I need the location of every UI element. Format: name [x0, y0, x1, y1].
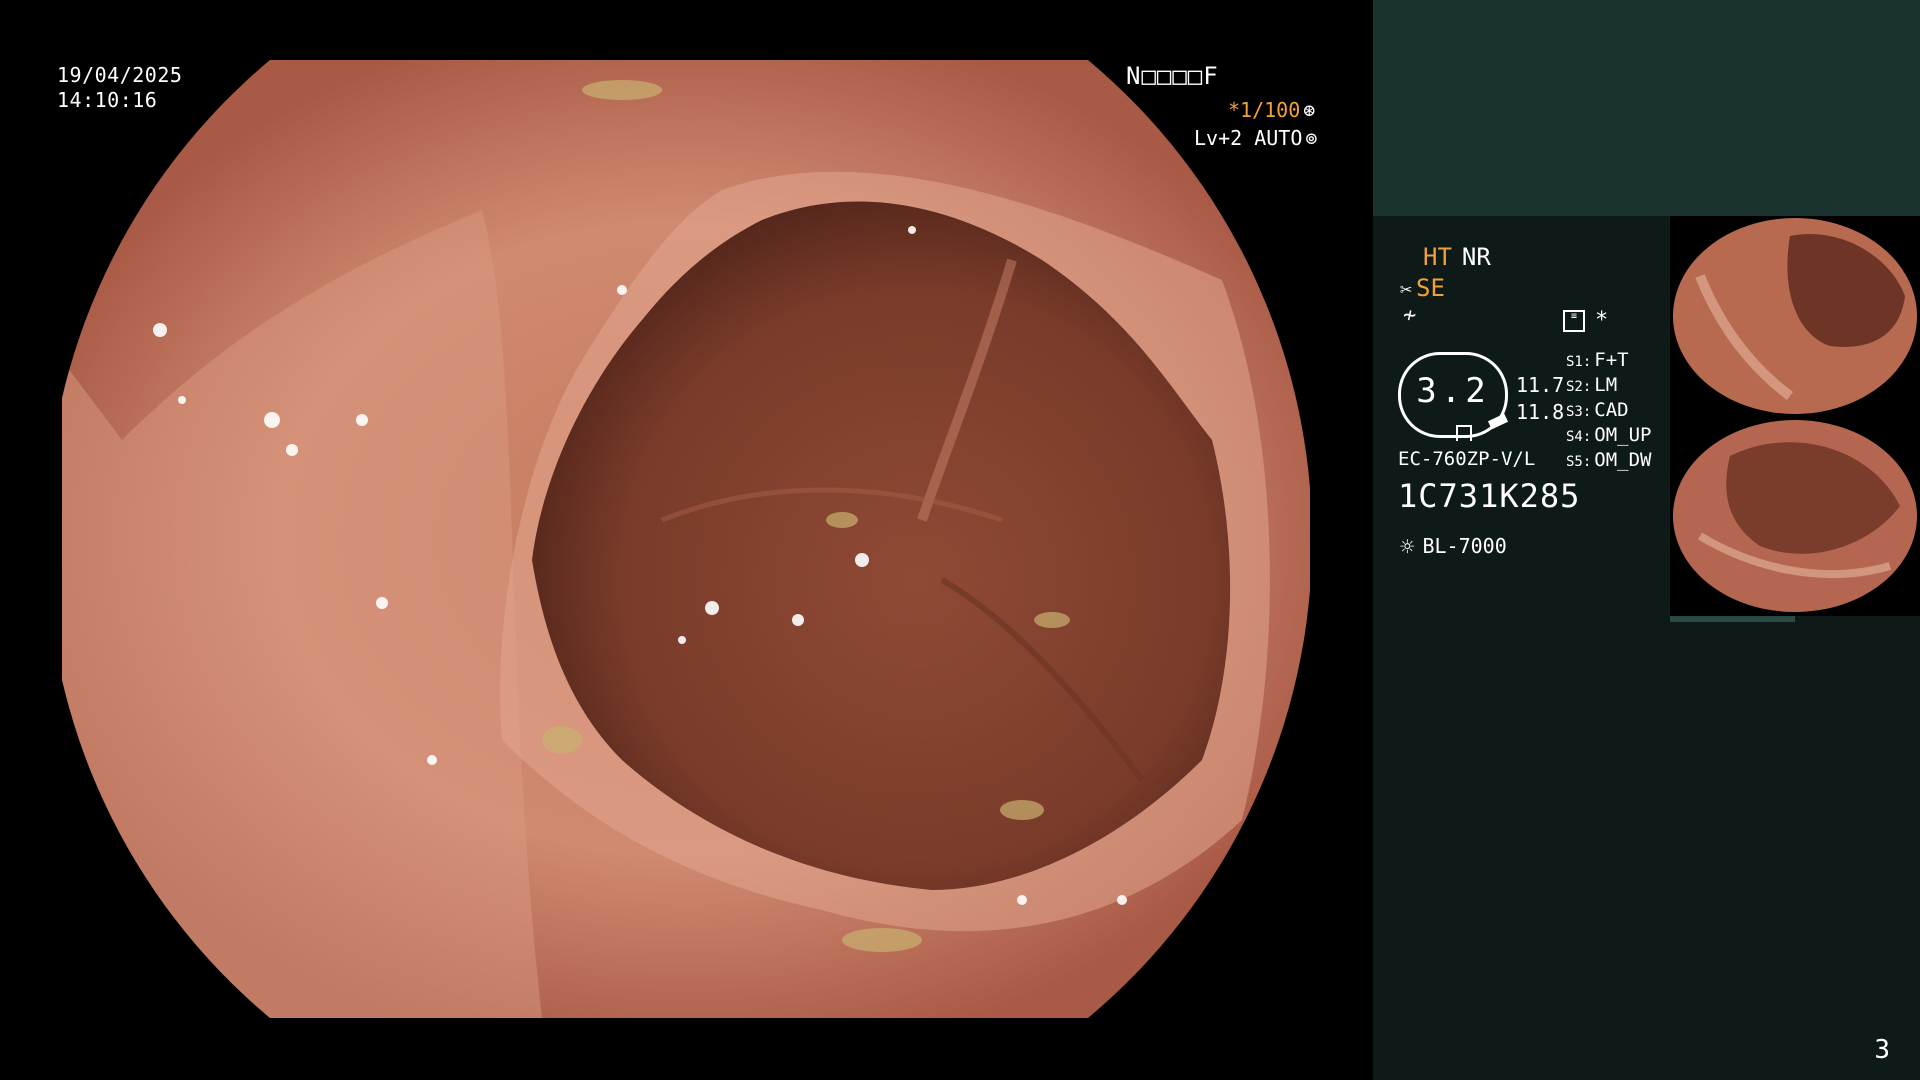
value-1: 11.7 — [1516, 373, 1565, 397]
capture-thumbnails — [1670, 216, 1920, 622]
memo-mark: * — [1595, 308, 1609, 333]
date-display: 19/04/2025 — [57, 63, 183, 87]
thumbnail-1-image — [1670, 216, 1920, 416]
light-source: ☼ BL-7000 — [1400, 533, 1507, 561]
shutter-icon: ⊛ — [1303, 98, 1316, 122]
ht-label: HT — [1423, 243, 1452, 271]
ht-indicator: HT NR — [1423, 243, 1491, 271]
slot-s4: S4: OM_UP — [1566, 424, 1652, 446]
time-display: 14:10:16 — [57, 88, 158, 112]
memo-indicator: ≡ * — [1563, 308, 1608, 333]
slot-s2: S2: LM — [1566, 374, 1618, 396]
se-label: SE — [1416, 274, 1445, 302]
patient-id: N□□□□F — [1126, 62, 1219, 90]
page-number: 3 — [1874, 1035, 1890, 1065]
zigzag-icon: ≁ — [1403, 303, 1417, 328]
light-source-label: BL-7000 — [1422, 534, 1507, 558]
thumbnail-2-image — [1670, 416, 1920, 616]
thumbnail-2-bar — [1670, 616, 1795, 622]
scope-serial: 1C731K285 — [1398, 477, 1581, 515]
nr-label: NR — [1461, 243, 1491, 271]
memo-icon: ≡ — [1563, 310, 1585, 332]
thumbnail-2[interactable] — [1670, 416, 1920, 622]
slot-s5: S5: OM_DW — [1566, 449, 1652, 471]
light-source-icon: ☼ — [1400, 533, 1415, 561]
level-value: Lv+2 AUTO — [1194, 126, 1303, 150]
scope-square-mark — [1456, 425, 1472, 441]
scope-notch-mark — [1487, 413, 1509, 430]
slot-s3: S3: CAD — [1566, 399, 1629, 421]
shutter-speed: *1/100 ⊛ — [1228, 98, 1348, 122]
info-panel: HT NR ✂ SE ≁ ≡ * 3.2 11.7 11.8 S1: F+T S2: LM… — [1373, 0, 1920, 1080]
value-2: 11.8 — [1516, 400, 1565, 424]
se-indicator: ✂ SE — [1400, 274, 1445, 302]
scope-badge: 3.2 — [1398, 352, 1509, 441]
slot-s1: S1: F+T — [1566, 349, 1629, 371]
endoscope-view: 19/04/2025 14:10:16 N□□□□F *1/100 ⊛ Lv+2 … — [0, 0, 1373, 1080]
switch-slots: S1: F+T S2: LM S3: CAD S4: OM_UP S5: OM_DW — [1566, 348, 1652, 473]
scope-value: 3.2 — [1416, 371, 1490, 411]
scope-model: EC-760ZP-V/L — [1398, 448, 1536, 470]
endoscopy-image — [62, 60, 1310, 1018]
thumbnail-1[interactable] — [1670, 216, 1920, 422]
panel-header — [1373, 0, 1920, 216]
brightness-level: Lv+2 AUTO ⊚ — [1194, 126, 1317, 150]
scissors-icon: ✂ — [1400, 277, 1413, 301]
shutter-value: *1/100 — [1228, 98, 1301, 122]
auto-iris-icon: ⊚ — [1305, 126, 1318, 150]
